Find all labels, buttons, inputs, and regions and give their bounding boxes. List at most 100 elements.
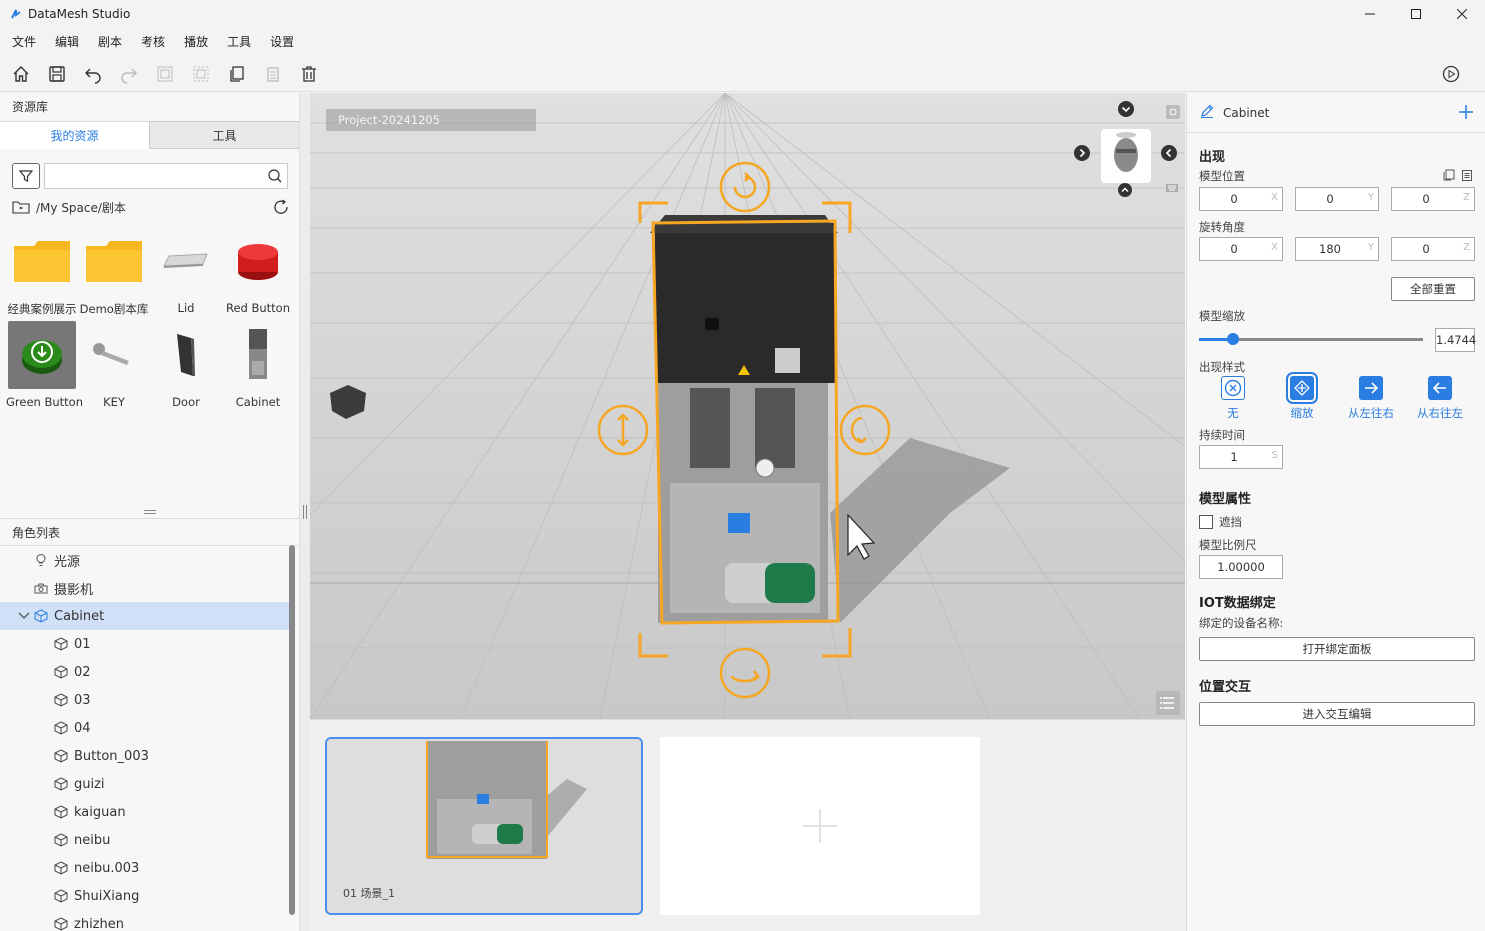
menu-settings[interactable]: 设置 [270, 33, 294, 50]
view-orientation-gizmo[interactable] [1101, 129, 1151, 183]
add-icon[interactable] [1457, 103, 1475, 124]
position-z-field[interactable]: 0Z [1391, 187, 1475, 211]
menu-tools[interactable]: 工具 [227, 33, 251, 50]
breadcrumb: /My Space/剧本 [12, 197, 290, 217]
search-input[interactable] [45, 164, 255, 188]
menu-edit[interactable]: 编辑 [55, 33, 79, 50]
style-option-right-to-left[interactable]: 从右往左 [1410, 376, 1470, 421]
undo-icon[interactable] [82, 63, 104, 85]
app-logo-icon [8, 6, 24, 22]
role-item-02[interactable]: 02 [0, 658, 290, 686]
tab-tools[interactable]: 工具 [149, 121, 299, 149]
focus-icon[interactable] [1165, 104, 1181, 120]
model-props-title: 模型属性 [1199, 492, 1252, 507]
role-item-cabinet[interactable]: Cabinet [0, 602, 290, 630]
ratio-field[interactable]: 1.00000 [1199, 555, 1283, 579]
appear-style-label: 出现样式 [1199, 360, 1245, 374]
left-panel-resizer[interactable] [300, 93, 310, 931]
chevron-right-icon[interactable] [1161, 145, 1177, 161]
role-item-04[interactable]: 04 [0, 714, 290, 742]
asset-item[interactable]: Cabinet [222, 321, 294, 409]
iot-title: IOT数据绑定 [1199, 596, 1276, 611]
home-icon[interactable] [10, 63, 32, 85]
reset-all-button[interactable]: 全部重置 [1391, 277, 1475, 301]
chevron-down-icon[interactable] [1118, 101, 1134, 117]
occlude-option[interactable]: 遮挡 [1199, 514, 1242, 530]
group-icon[interactable] [154, 63, 176, 85]
role-item-light[interactable]: 光源 [0, 546, 290, 574]
copy-icon[interactable] [1443, 169, 1455, 184]
role-item-kaiguan[interactable]: kaiguan [0, 798, 290, 826]
role-item-neibu-003[interactable]: neibu.003 [0, 854, 290, 882]
minimize-button[interactable] [1347, 0, 1393, 28]
filter-button[interactable] [12, 163, 40, 189]
save-icon[interactable] [46, 63, 68, 85]
copy-icon[interactable] [226, 63, 248, 85]
role-item-03[interactable]: 03 [0, 686, 290, 714]
asset-item[interactable]: KEY [78, 321, 150, 409]
asset-item[interactable]: Door [150, 321, 222, 409]
menu-script[interactable]: 剧本 [98, 33, 122, 50]
role-list-scrollbar[interactable] [289, 545, 295, 915]
role-list: 光源 摄影机 Cabinet 01 02 03 04 Button_003 gu… [0, 546, 290, 931]
chevron-left-icon[interactable] [1074, 145, 1090, 161]
scene-canvas[interactable] [310, 93, 1185, 719]
menu-play[interactable]: 播放 [184, 33, 208, 50]
3d-viewport[interactable]: Project-20241205 [310, 93, 1185, 719]
key-model-icon [80, 321, 148, 389]
chevron-down-icon[interactable] [18, 610, 30, 626]
style-option-none[interactable]: 无 [1203, 376, 1263, 421]
open-binding-panel-button[interactable]: 打开绑定面板 [1199, 637, 1475, 661]
scale-value-field[interactable]: 1.4744 [1435, 328, 1476, 352]
close-button[interactable] [1439, 0, 1485, 28]
rotation-y-field[interactable]: 180 Y [1295, 237, 1379, 261]
duration-field[interactable]: 1S [1199, 445, 1283, 469]
menu-file[interactable]: 文件 [12, 33, 36, 50]
refresh-icon[interactable] [272, 198, 290, 219]
rotation-label: 旋转角度 [1199, 220, 1245, 234]
add-scene-button[interactable] [660, 737, 980, 915]
filter-icon [18, 170, 34, 182]
scene-card[interactable]: 01 场景_1 [325, 737, 643, 915]
light-bulb-icon [34, 553, 48, 567]
enter-interaction-edit-button[interactable]: 进入交互编辑 [1199, 702, 1475, 726]
chevron-up-icon[interactable] [1118, 183, 1132, 197]
keyboard-icon[interactable] [1165, 181, 1179, 195]
scale-slider-handle[interactable] [1226, 333, 1239, 345]
asset-item[interactable]: Green Button [6, 321, 83, 409]
paste-icon[interactable] [262, 63, 284, 85]
role-item-neibu[interactable]: neibu [0, 826, 290, 854]
role-item-button-003[interactable]: Button_003 [0, 742, 290, 770]
paste-icon[interactable] [1461, 169, 1473, 184]
style-option-scale[interactable]: 缩放 [1272, 372, 1332, 421]
occlude-checkbox[interactable] [1199, 515, 1213, 529]
delete-icon[interactable] [298, 63, 320, 85]
position-x-field[interactable]: 0X [1199, 187, 1283, 211]
role-item-shuixiang[interactable]: ShuiXiang [0, 882, 290, 910]
search-icon[interactable] [267, 168, 283, 187]
asset-item[interactable]: Red Button [222, 227, 294, 315]
menu-exam[interactable]: 考核 [141, 33, 165, 50]
role-item-guizi[interactable]: guizi [0, 770, 290, 798]
rotation-z-field[interactable]: 0Z [1391, 237, 1475, 261]
iot-device-label: 绑定的设备名称: [1199, 616, 1284, 630]
edit-pencil-icon[interactable] [1199, 103, 1215, 122]
maximize-button[interactable] [1393, 0, 1439, 28]
scale-slider[interactable] [1199, 333, 1423, 345]
asset-item[interactable]: Demo剧本库 [78, 227, 150, 317]
style-option-left-to-right[interactable]: 从左往右 [1341, 376, 1401, 421]
tab-my-resources[interactable]: 我的资源 [0, 121, 149, 149]
panel-splitter[interactable] [0, 507, 300, 517]
ungroup-icon[interactable] [190, 63, 212, 85]
role-item-01[interactable]: 01 [0, 630, 290, 658]
cube-icon [34, 609, 48, 623]
asset-item[interactable]: Lid [150, 227, 222, 315]
rotation-x-field[interactable]: 0X [1199, 237, 1283, 261]
position-y-field[interactable]: 0Y [1295, 187, 1379, 211]
redo-icon[interactable] [118, 63, 140, 85]
list-icon[interactable] [1156, 691, 1180, 715]
play-circle-icon[interactable] [1441, 64, 1461, 84]
role-item-camera[interactable]: 摄影机 [0, 574, 290, 602]
role-item-zhizhen[interactable]: zhizhen [0, 910, 290, 931]
asset-item[interactable]: 经典案例展示 [6, 227, 78, 317]
